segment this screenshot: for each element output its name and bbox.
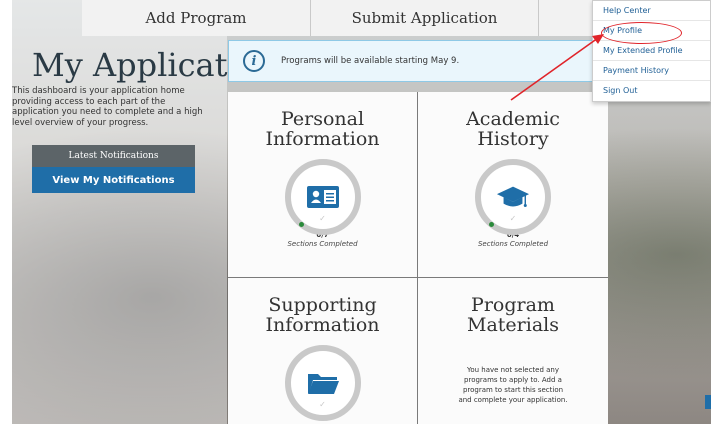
card-title: Program Materials bbox=[467, 294, 559, 336]
sections-label: Sections Completed bbox=[287, 240, 358, 248]
page-description: This dashboard is your application home … bbox=[12, 86, 203, 128]
graduation-cap-icon bbox=[496, 180, 530, 214]
profile-dropdown-menu: Help Center My Profile My Extended Profi… bbox=[592, 0, 711, 102]
progress-indicator bbox=[489, 222, 494, 227]
menu-item-help-center[interactable]: Help Center bbox=[593, 1, 710, 21]
side-tab[interactable] bbox=[705, 395, 711, 409]
dashboard-cards: Personal Information ✓ 0/7 Sections Comp… bbox=[228, 92, 608, 424]
card-supporting-information[interactable]: Supporting Information ✓ bbox=[228, 278, 417, 424]
tab-add-program[interactable]: Add Program bbox=[82, 0, 311, 36]
info-icon: i bbox=[243, 50, 265, 72]
sections-label: Sections Completed bbox=[477, 240, 549, 248]
notifications-heading: Latest Notifications bbox=[32, 145, 195, 167]
card-personal-information[interactable]: Personal Information ✓ 0/7 Sections Comp… bbox=[228, 92, 417, 277]
notifications-panel: Latest Notifications View My Notificatio… bbox=[32, 145, 195, 193]
card-academic-history[interactable]: Academic History ✓ 0/4 Sections Complete… bbox=[418, 92, 608, 277]
card-title: Personal Information bbox=[265, 108, 380, 150]
card-program-materials[interactable]: Program Materials You have not selected … bbox=[418, 278, 608, 424]
menu-item-sign-out[interactable]: Sign Out bbox=[593, 81, 710, 101]
banner-text: Programs will be available starting May … bbox=[281, 56, 460, 66]
check-icon: ✓ bbox=[319, 400, 326, 409]
annotation-highlight bbox=[601, 22, 682, 44]
progress-indicator bbox=[298, 222, 304, 227]
card-title: Supporting Information bbox=[265, 294, 380, 336]
view-notifications-button[interactable]: View My Notifications bbox=[32, 167, 195, 193]
tab-submit-application[interactable]: Submit Application bbox=[311, 0, 539, 36]
progress-ring: ✓ bbox=[284, 159, 361, 235]
folder-icon bbox=[306, 366, 340, 400]
menu-item-my-extended-profile[interactable]: My Extended Profile bbox=[593, 41, 710, 61]
check-icon: ✓ bbox=[509, 214, 517, 223]
check-icon: ✓ bbox=[319, 214, 326, 223]
progress-ring: ✓ bbox=[475, 159, 551, 235]
id-card-icon bbox=[306, 180, 340, 214]
program-materials-text: You have not selected any programs to ap… bbox=[458, 366, 568, 404]
menu-item-payment-history[interactable]: Payment History bbox=[593, 61, 710, 81]
progress-ring: ✓ bbox=[284, 345, 361, 421]
card-title: Academic History bbox=[466, 108, 560, 150]
